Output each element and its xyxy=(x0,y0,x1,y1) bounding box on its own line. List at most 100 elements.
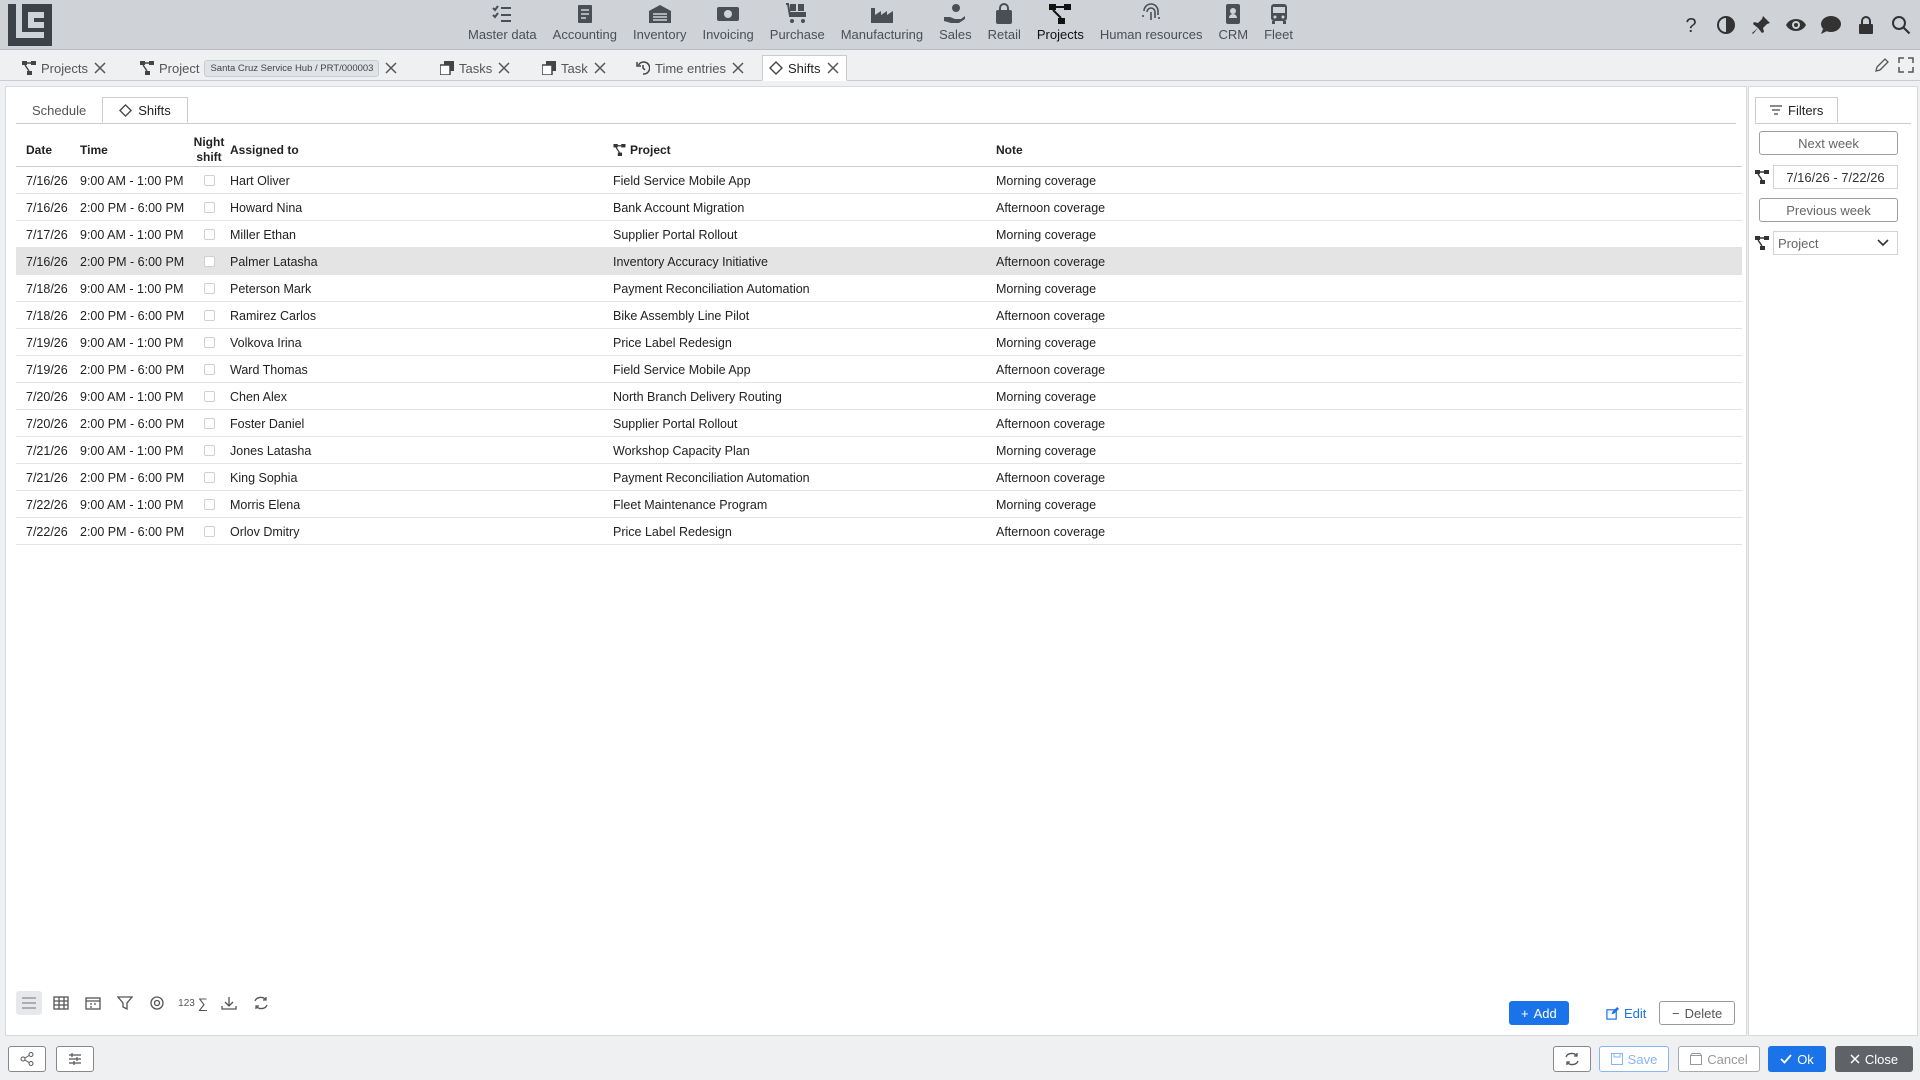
table-row[interactable]: 7/16/26 2:00 PM - 6:00 PM Palmer Latasha In… xyxy=(16,248,1742,275)
cell-assigned: Morris Elena xyxy=(230,497,301,512)
save-button[interactable]: Save xyxy=(1599,1046,1669,1072)
tab-tasks[interactable]: Tasks xyxy=(434,55,517,81)
cell-assigned: Ramirez Carlos xyxy=(230,308,317,323)
form-footer: Save Cancel Ok Close xyxy=(0,1040,1920,1080)
module-retail[interactable]: Retail xyxy=(980,0,1029,50)
project-filter-select[interactable]: Project xyxy=(1773,231,1898,255)
close-icon[interactable] xyxy=(731,61,745,75)
cell-date: 7/22/26 xyxy=(26,497,68,512)
table-row[interactable]: 7/18/26 9:00 AM - 1:00 PM Peterson Mark Pay… xyxy=(16,275,1742,302)
edit-button[interactable]: Edit xyxy=(1594,1001,1658,1025)
night-shift-checkbox[interactable] xyxy=(204,364,215,375)
module-fleet[interactable]: Fleet xyxy=(1256,0,1301,50)
module-purchase[interactable]: Purchase xyxy=(762,0,833,50)
column-header-date[interactable]: Date xyxy=(26,133,52,167)
subtab-shifts[interactable]: Shifts xyxy=(102,97,188,123)
cell-project: Supplier Portal Rollout xyxy=(613,227,738,242)
close-icon[interactable] xyxy=(497,61,511,75)
previous-week-button[interactable]: Previous week xyxy=(1759,198,1898,222)
download-icon[interactable] xyxy=(216,991,242,1015)
add-button[interactable]: + Add xyxy=(1509,1001,1569,1025)
help-icon[interactable]: ? xyxy=(1678,12,1704,38)
tab-shifts[interactable]: Shifts xyxy=(762,55,847,81)
table-row[interactable]: 7/19/26 9:00 AM - 1:00 PM Volkova Irina Pri… xyxy=(16,329,1742,356)
lock-icon[interactable] xyxy=(1853,12,1879,38)
night-shift-checkbox[interactable] xyxy=(204,472,215,483)
night-shift-checkbox[interactable] xyxy=(204,445,215,456)
tab-filters[interactable]: Filters xyxy=(1755,97,1839,123)
settings-icon[interactable] xyxy=(144,991,170,1015)
night-shift-checkbox[interactable] xyxy=(204,391,215,402)
module-inventory[interactable]: Inventory xyxy=(625,0,694,50)
table-row[interactable]: 7/21/26 9:00 AM - 1:00 PM Jones Latasha Wor… xyxy=(16,437,1742,464)
fullscreen-icon[interactable] xyxy=(1898,57,1914,73)
night-shift-checkbox[interactable] xyxy=(204,256,215,267)
tab-project[interactable]: Project Santa Cruz Service Hub / PRT/000… xyxy=(134,55,404,81)
module-projects[interactable]: Projects xyxy=(1029,0,1092,50)
table-row[interactable]: 7/21/26 2:00 PM - 6:00 PM King Sophia Payme… xyxy=(16,464,1742,491)
module-master-data[interactable]: Master data xyxy=(460,0,545,50)
module-human-resources[interactable]: Human resources xyxy=(1092,0,1211,50)
night-shift-checkbox[interactable] xyxy=(204,337,215,348)
module-crm[interactable]: CRM xyxy=(1210,0,1256,50)
delete-button[interactable]: − Delete xyxy=(1659,1001,1736,1025)
column-header-assigned-to[interactable]: Assigned to xyxy=(230,133,299,167)
pencil-icon[interactable] xyxy=(1874,57,1890,73)
table-row[interactable]: 7/22/26 9:00 AM - 1:00 PM Morris Elena Flee… xyxy=(16,491,1742,518)
module-accounting[interactable]: Accounting xyxy=(545,0,625,50)
column-header-time[interactable]: Time xyxy=(80,133,108,167)
list-view-icon[interactable] xyxy=(16,991,42,1015)
table-row[interactable]: 7/17/26 9:00 AM - 1:00 PM Miller Ethan Supp… xyxy=(16,221,1742,248)
next-week-button[interactable]: Next week xyxy=(1759,131,1898,155)
table-row[interactable]: 7/16/26 9:00 AM - 1:00 PM Hart Oliver Field… xyxy=(16,167,1742,194)
night-shift-checkbox[interactable] xyxy=(204,229,215,240)
reload-button[interactable] xyxy=(1553,1046,1591,1072)
sum-icon[interactable]: 123 ∑ xyxy=(176,991,210,1015)
column-header-project[interactable]: Project xyxy=(613,133,671,167)
contrast-icon[interactable] xyxy=(1713,12,1739,38)
search-icon[interactable] xyxy=(1888,12,1914,38)
cell-note: Morning coverage xyxy=(996,227,1097,242)
tab-time-entries[interactable]: Time entries xyxy=(630,55,751,81)
close-icon[interactable] xyxy=(826,61,840,75)
cancel-button[interactable]: Cancel xyxy=(1678,1046,1760,1072)
filters-divider xyxy=(1755,123,1911,124)
settings-sliders-button[interactable] xyxy=(56,1046,94,1072)
night-shift-checkbox[interactable] xyxy=(204,202,215,213)
app-logo[interactable] xyxy=(8,4,52,46)
table-row[interactable]: 7/19/26 2:00 PM - 6:00 PM Ward Thomas Field… xyxy=(16,356,1742,383)
tab-task[interactable]: Task xyxy=(536,55,613,81)
subtab-schedule[interactable]: Schedule xyxy=(16,97,102,123)
column-header-night-shift[interactable]: Night shift xyxy=(192,133,226,167)
module-invoicing[interactable]: Invoicing xyxy=(694,0,761,50)
table-row[interactable]: 7/22/26 2:00 PM - 6:00 PM Orlov Dmitry Pric… xyxy=(16,518,1742,545)
close-icon[interactable] xyxy=(593,61,607,75)
close-button[interactable]: Close xyxy=(1835,1046,1913,1072)
pivot-view-icon[interactable] xyxy=(48,991,74,1015)
share-button[interactable] xyxy=(8,1046,46,1072)
night-shift-checkbox[interactable] xyxy=(204,175,215,186)
night-shift-checkbox[interactable] xyxy=(204,499,215,510)
ok-button[interactable]: Ok xyxy=(1768,1046,1826,1072)
table-row[interactable]: 7/20/26 9:00 AM - 1:00 PM Chen Alex North B… xyxy=(16,383,1742,410)
eye-icon[interactable] xyxy=(1783,12,1809,38)
night-shift-checkbox[interactable] xyxy=(204,418,215,429)
night-shift-checkbox[interactable] xyxy=(204,310,215,321)
filter-icon[interactable] xyxy=(112,991,138,1015)
module-sales[interactable]: Sales xyxy=(931,0,980,50)
close-icon[interactable] xyxy=(93,61,107,75)
date-range-field[interactable]: 7/16/26 - 7/22/26 xyxy=(1773,165,1898,189)
column-header-note[interactable]: Note xyxy=(996,133,1023,167)
table-row[interactable]: 7/20/26 2:00 PM - 6:00 PM Foster Daniel Sup… xyxy=(16,410,1742,437)
tab-projects[interactable]: Projects xyxy=(16,55,113,81)
module-manufacturing[interactable]: Manufacturing xyxy=(833,0,931,50)
night-shift-checkbox[interactable] xyxy=(204,526,215,537)
chat-icon[interactable] xyxy=(1818,12,1844,38)
night-shift-checkbox[interactable] xyxy=(204,283,215,294)
table-row[interactable]: 7/18/26 2:00 PM - 6:00 PM Ramirez Carlos Bi… xyxy=(16,302,1742,329)
calendar-view-icon[interactable] xyxy=(80,991,106,1015)
close-icon[interactable] xyxy=(384,61,398,75)
refresh-icon[interactable] xyxy=(248,991,274,1015)
pin-icon[interactable] xyxy=(1748,12,1774,38)
table-row[interactable]: 7/16/26 2:00 PM - 6:00 PM Howard Nina Bank … xyxy=(16,194,1742,221)
